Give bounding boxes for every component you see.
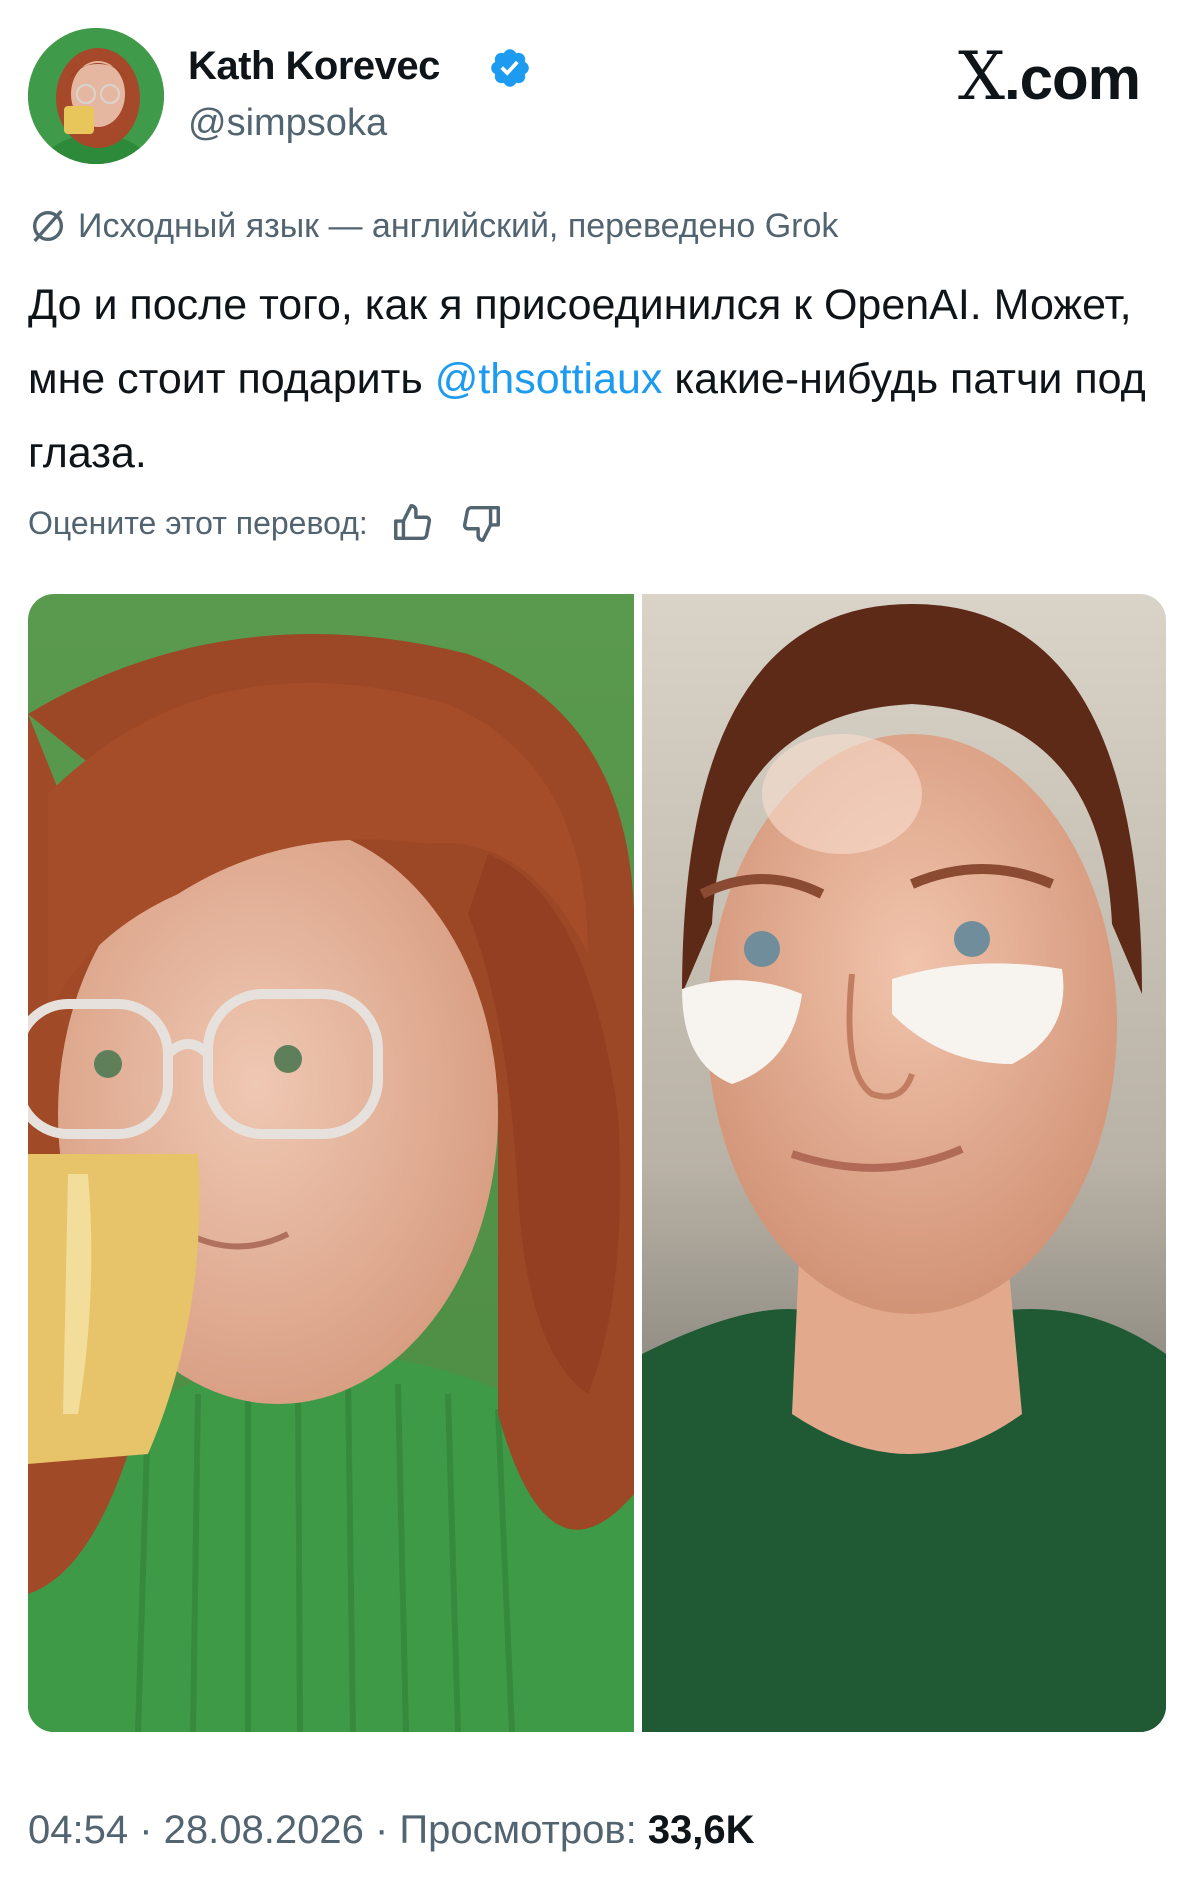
site-logo: X.com <box>957 38 1141 115</box>
mention-link[interactable]: @thsottiaux <box>435 355 663 403</box>
views-label: Просмотров: <box>399 1808 648 1852</box>
tweet-time[interactable]: 04:54 <box>28 1808 128 1852</box>
avatar-image <box>28 28 164 164</box>
tweet-meta: 04:54 · 28.08.2026 · Просмотров: 33,6K <box>28 1808 755 1853</box>
tweet-date[interactable]: 28.08.2026 <box>164 1808 364 1852</box>
before-photo-image <box>28 594 634 1732</box>
before-photo[interactable] <box>28 594 634 1732</box>
author-name[interactable]: Kath Korevec <box>188 44 440 89</box>
tweet-card: Kath Korevec @simpsoka X.com Исходный яз… <box>0 0 1200 1901</box>
meta-separator-2: · <box>363 1808 400 1852</box>
verified-badge-icon <box>491 49 529 87</box>
after-photo[interactable] <box>642 594 1166 1732</box>
media-grid <box>28 594 1166 1732</box>
after-photo-image <box>642 594 1166 1732</box>
author-handle[interactable]: @simpsoka <box>188 102 387 145</box>
thumbs-up-icon[interactable] <box>390 500 436 546</box>
rate-translation: Оцените этот перевод: <box>28 500 504 546</box>
x-logo-icon: X <box>957 38 1005 115</box>
tweet-text: До и после того, как я присоединился к O… <box>28 268 1148 490</box>
translation-note-text: Исходный язык — английский, переведено G… <box>78 206 839 245</box>
views-count[interactable]: 33,6K <box>648 1808 755 1852</box>
translation-note: Исходный язык — английский, переведено G… <box>28 206 838 246</box>
rate-label: Оцените этот перевод: <box>28 504 368 541</box>
avatar[interactable] <box>28 28 164 164</box>
thumbs-down-icon[interactable] <box>458 500 504 546</box>
site-logo-suffix: .com <box>1003 45 1141 112</box>
globe-slash-icon <box>33 209 63 243</box>
meta-separator-1: · <box>128 1808 164 1852</box>
